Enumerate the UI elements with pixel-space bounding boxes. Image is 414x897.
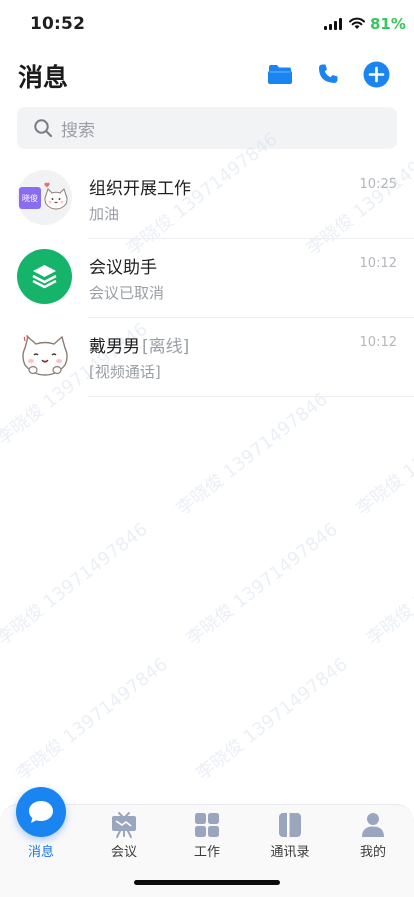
chat-title: 会议助手 bbox=[89, 258, 157, 278]
battery-level: 81% bbox=[370, 15, 406, 33]
call-button[interactable] bbox=[314, 60, 342, 88]
tab-profile[interactable]: 我的 bbox=[332, 805, 414, 865]
tab-work[interactable]: 工作 bbox=[166, 805, 248, 865]
add-button[interactable] bbox=[362, 60, 390, 88]
wifi-icon bbox=[349, 17, 365, 29]
search-input[interactable]: 搜索 bbox=[17, 107, 397, 149]
tab-label: 消息 bbox=[27, 845, 54, 860]
watermark: 李晓俊 13971497846 bbox=[192, 653, 352, 785]
chat-title: 戴男男 [离线] bbox=[89, 332, 189, 357]
tab-messages[interactable]: 消息 bbox=[0, 787, 82, 865]
avatar bbox=[17, 328, 72, 383]
chat-time: 10:12 bbox=[359, 256, 397, 271]
contact-name: 戴男男 bbox=[89, 337, 140, 357]
divider bbox=[88, 396, 414, 397]
watermark: 李晓俊 13971497846 bbox=[352, 388, 414, 520]
contacts-book-icon bbox=[279, 813, 301, 837]
tab-label: 会议 bbox=[110, 845, 137, 860]
plus-icon bbox=[363, 61, 389, 87]
chat-list: 晓俊 组织开展工作 加油 10:25 会议助手 会议已取消 10:12 戴男男 … bbox=[0, 160, 414, 397]
cellular-signal-icon bbox=[324, 18, 342, 30]
chat-time: 10:25 bbox=[359, 177, 397, 192]
chat-title: 组织开展工作 bbox=[89, 179, 191, 199]
tab-label: 通讯录 bbox=[270, 845, 310, 860]
cat-sticker-icon bbox=[44, 188, 68, 210]
watermark: 李晓俊 13971497846 bbox=[172, 388, 332, 520]
tab-label: 我的 bbox=[359, 845, 386, 860]
grid-apps-icon bbox=[195, 813, 219, 837]
layers-icon bbox=[32, 265, 57, 289]
cat-sticker-icon bbox=[22, 334, 68, 376]
folder-button[interactable] bbox=[266, 60, 294, 88]
chat-item-contact[interactable]: 戴男男 [离线] [视频通话] 10:12 bbox=[0, 318, 414, 397]
tab-label: 工作 bbox=[193, 845, 220, 860]
search-placeholder: 搜索 bbox=[61, 120, 95, 141]
chat-item-group[interactable]: 晓俊 组织开展工作 加油 10:25 bbox=[0, 160, 414, 239]
status-bar: 10:52 81% bbox=[0, 0, 414, 50]
status-badge: [离线] bbox=[142, 337, 190, 357]
chat-preview: 会议已取消 bbox=[89, 284, 165, 302]
chat-preview: 加油 bbox=[89, 205, 120, 223]
page-title: 消息 bbox=[18, 63, 69, 92]
status-time: 10:52 bbox=[30, 14, 86, 34]
watermark: 李晓俊 13971497846 bbox=[362, 518, 414, 650]
chat-time: 10:12 bbox=[359, 335, 397, 350]
heart-icon bbox=[44, 182, 50, 188]
tab-contacts[interactable]: 通讯录 bbox=[249, 805, 331, 865]
home-indicator[interactable] bbox=[134, 880, 280, 885]
folder-icon bbox=[268, 65, 292, 84]
chat-bubble-icon bbox=[16, 787, 66, 837]
phone-icon bbox=[319, 64, 338, 83]
watermark: 李晓俊 13971497846 bbox=[182, 518, 342, 650]
avatar: 晓俊 bbox=[17, 170, 72, 225]
tab-meetings[interactable]: 会议 bbox=[83, 805, 165, 865]
avatar-name-tile: 晓俊 bbox=[19, 187, 41, 209]
chat-item-meeting-assistant[interactable]: 会议助手 会议已取消 10:12 bbox=[0, 239, 414, 318]
avatar bbox=[17, 249, 72, 304]
search-icon bbox=[34, 119, 53, 138]
watermark: 李晓俊 13971497846 bbox=[0, 518, 152, 650]
watermark: 李晓俊 13971497846 bbox=[12, 653, 172, 785]
person-icon bbox=[362, 813, 384, 837]
chat-preview: [视频通话] bbox=[89, 363, 161, 381]
meeting-board-icon bbox=[112, 812, 136, 838]
